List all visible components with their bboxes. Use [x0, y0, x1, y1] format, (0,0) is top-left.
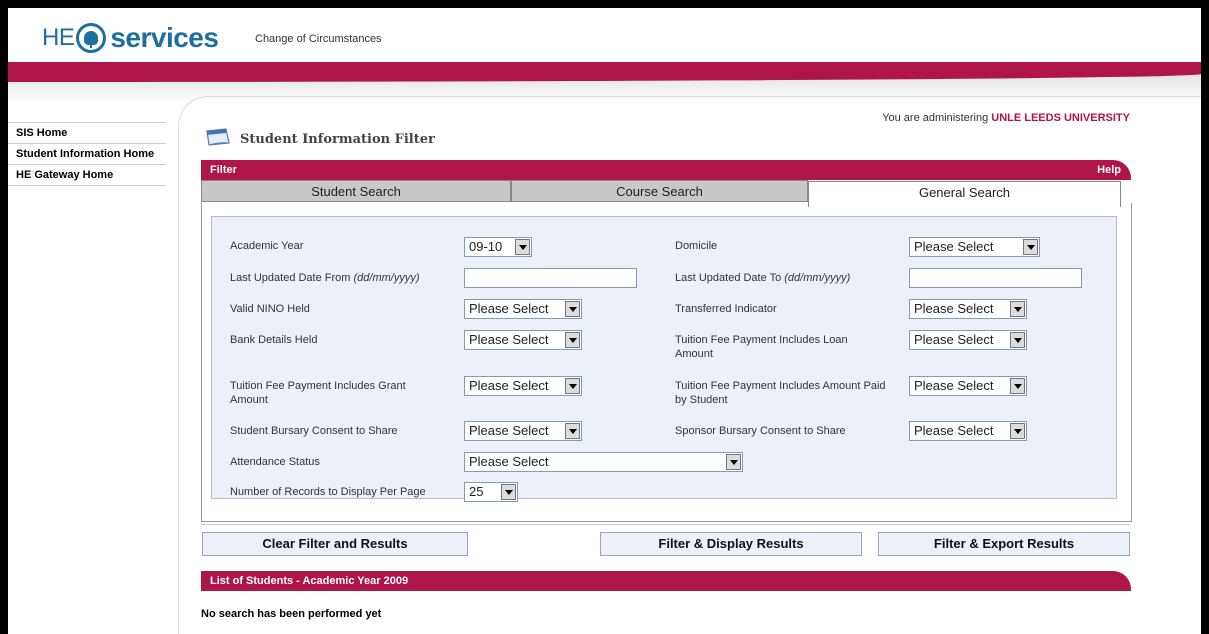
valid-nino-value: Please Select [469, 301, 549, 316]
fee-student-select[interactable]: Please Select [909, 376, 1027, 396]
he-services-logo[interactable]: HE services [42, 18, 219, 58]
dropdown-arrow-icon [565, 332, 580, 348]
student-list-header-bar: List of Students - Academic Year 2009 [201, 571, 1131, 591]
student-list-title: List of Students - Academic Year 2009 [210, 575, 409, 587]
records-per-page-value: 25 [469, 484, 484, 499]
academic-year-select[interactable]: 09-10 [464, 237, 532, 257]
date-to-label: Last Updated Date To (dd/mm/yyyy) [675, 271, 850, 285]
transferred-value: Please Select [914, 301, 994, 316]
fee-grant-value: Please Select [469, 378, 549, 393]
attendance-select[interactable]: Please Select [464, 452, 743, 472]
sponsor-bursary-label: Sponsor Bursary Consent to Share [675, 425, 846, 437]
fee-student-value: Please Select [914, 378, 994, 393]
dropdown-arrow-icon [515, 239, 530, 255]
clear-filter-button[interactable]: Clear Filter and Results [202, 532, 468, 556]
document-icon [206, 128, 230, 146]
sponsor-bursary-value: Please Select [914, 423, 994, 438]
application-window: HE services Change of Circumstances SIS … [8, 8, 1201, 634]
bank-details-label: Bank Details Held [230, 334, 318, 346]
search-tabs: Student Search Course Search General Sea… [201, 180, 1121, 207]
date-from-label-text: Last Updated Date From [230, 272, 351, 284]
records-per-page-select[interactable]: 25 [464, 482, 518, 502]
fee-grant-label: Tuition Fee Payment Includes Grant Amoun… [230, 380, 406, 406]
dropdown-arrow-icon [1010, 332, 1025, 348]
academic-year-value: 09-10 [469, 239, 503, 254]
student-bursary-value: Please Select [469, 423, 549, 438]
fee-loan-select[interactable]: Please Select [909, 330, 1027, 350]
valid-nino-label: Valid NINO Held [230, 303, 310, 315]
domicile-select[interactable]: Please Select [909, 237, 1040, 257]
domicile-value: Please Select [914, 239, 994, 254]
transferred-select[interactable]: Please Select [909, 299, 1027, 319]
filter-export-button[interactable]: Filter & Export Results [878, 532, 1130, 556]
bank-details-select[interactable]: Please Select [464, 330, 582, 350]
admin-prefix: You are administering [882, 112, 989, 124]
dropdown-arrow-icon [1023, 239, 1038, 255]
dropdown-arrow-icon [565, 378, 580, 394]
date-to-label-text: Last Updated Date To [675, 272, 782, 284]
page-title: Student Information Filter [240, 132, 435, 147]
fee-loan-label: Tuition Fee Payment Includes Loan Amount [675, 334, 848, 360]
date-to-input[interactable] [909, 268, 1082, 288]
fee-student-label: Tuition Fee Payment Includes Amount Paid… [675, 380, 886, 406]
admin-institution: UNLE LEEDS UNIVERSITY [991, 112, 1130, 124]
dropdown-arrow-icon [501, 484, 516, 500]
sponsor-bursary-select[interactable]: Please Select [909, 421, 1027, 441]
academic-year-label: Academic Year [230, 240, 304, 252]
date-from-hint: (dd/mm/yyyy) [353, 272, 420, 284]
dropdown-arrow-icon [565, 423, 580, 439]
student-bursary-select[interactable]: Please Select [464, 421, 582, 441]
date-from-input[interactable] [464, 268, 637, 288]
dropdown-arrow-icon [1010, 378, 1025, 394]
dropdown-arrow-icon [1010, 301, 1025, 317]
admin-institution-notice: You are administering UNLE LEEDS UNIVERS… [882, 112, 1130, 124]
filter-label: Filter [210, 164, 237, 176]
transferred-label: Transferred Indicator [675, 303, 777, 315]
sidebar-item-he-gateway-home[interactable]: HE Gateway Home [8, 165, 166, 186]
sidebar-item-student-information-home[interactable]: Student Information Home [8, 144, 166, 165]
date-from-label: Last Updated Date From (dd/mm/yyyy) [230, 271, 420, 285]
sidebar-nav: SIS Home Student Information Home HE Gat… [8, 122, 166, 186]
general-search-form: Academic Year 09-10 Domicile Please Sele… [211, 216, 1117, 502]
attendance-value: Please Select [469, 454, 549, 469]
attendance-label: Attendance Status [230, 456, 320, 468]
domicile-label: Domicile [675, 240, 718, 252]
sidebar-item-sis-home[interactable]: SIS Home [8, 122, 166, 144]
bank-details-value: Please Select [469, 332, 549, 347]
dropdown-arrow-icon [565, 301, 580, 317]
fee-loan-value: Please Select [914, 332, 994, 347]
fee-grant-select[interactable]: Please Select [464, 376, 582, 396]
filter-header-bar: Filter Help [201, 160, 1131, 180]
dropdown-arrow-icon [726, 454, 741, 470]
header-subtitle: Change of Circumstances [255, 33, 382, 45]
records-per-page-label: Number of Records to Display Per Page [230, 486, 426, 498]
tree-globe-icon [76, 23, 107, 53]
logo-services-text: services [110, 22, 219, 53]
tab-student-search[interactable]: Student Search [201, 180, 511, 202]
student-bursary-label: Student Bursary Consent to Share [230, 425, 398, 437]
help-link[interactable]: Help [1097, 164, 1121, 176]
valid-nino-select[interactable]: Please Select [464, 299, 582, 319]
divider [201, 524, 1130, 525]
date-to-hint: (dd/mm/yyyy) [784, 272, 851, 284]
dropdown-arrow-icon [1010, 423, 1025, 439]
logo-he-text: HE [42, 24, 75, 51]
tab-course-search[interactable]: Course Search [511, 180, 808, 202]
filter-display-button[interactable]: Filter & Display Results [600, 532, 862, 556]
no-results-message: No search has been performed yet [201, 608, 382, 620]
